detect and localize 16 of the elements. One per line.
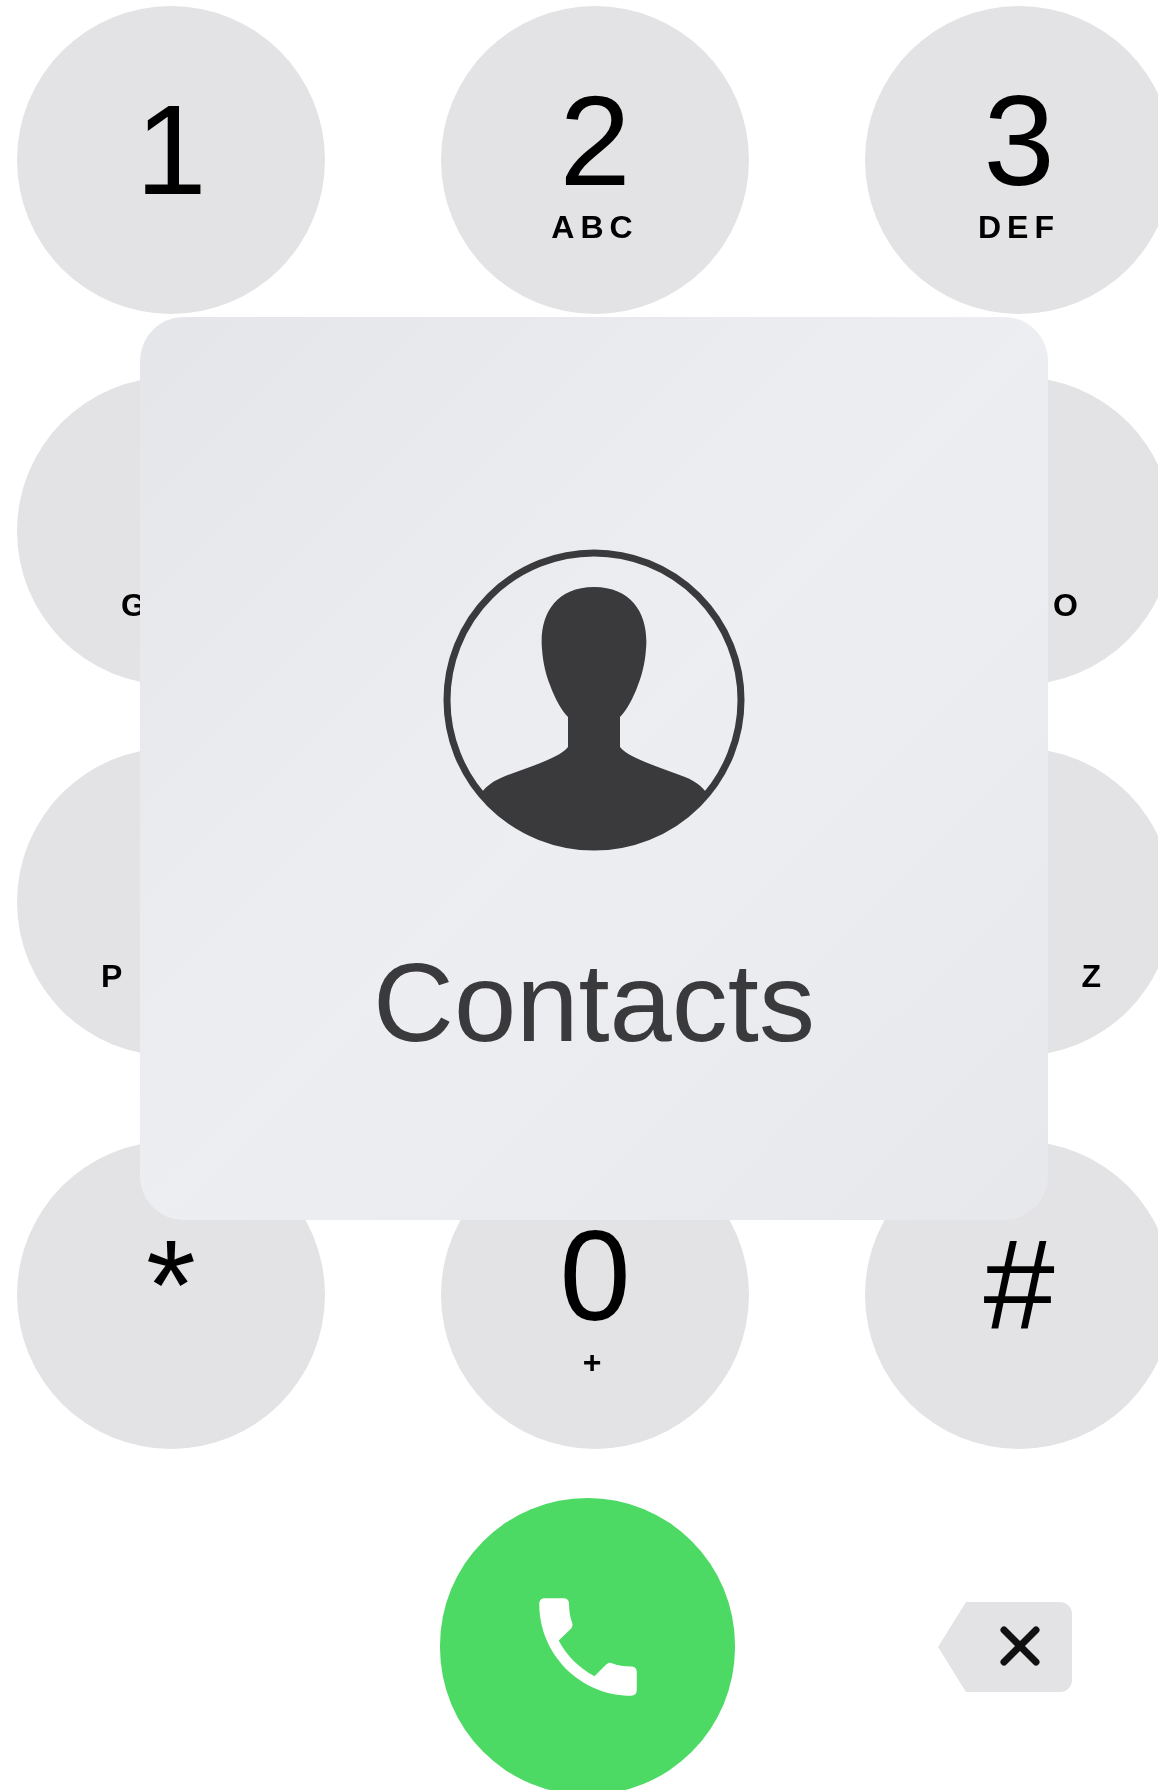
dial-key[interactable]: 2 ABC [441, 6, 749, 314]
overlay-label: Contacts [373, 947, 815, 1059]
key-digit: * [146, 1221, 196, 1349]
dial-key[interactable]: 1 [17, 6, 325, 314]
key-letters: O [1053, 589, 1078, 621]
key-letters: Z [1081, 960, 1101, 992]
key-digit: # [983, 1221, 1055, 1349]
key-letters: ABC [551, 211, 639, 243]
key-digit: 2 [559, 77, 631, 205]
key-letters: P [101, 960, 123, 992]
key-letters: DEF [978, 211, 1060, 243]
dial-key[interactable]: 3 DEF [865, 6, 1158, 314]
key-digit: 1 [135, 86, 207, 214]
key-letters: + [582, 1346, 608, 1378]
key-digit: 0 [559, 1212, 631, 1340]
key-digit: 3 [983, 77, 1055, 205]
